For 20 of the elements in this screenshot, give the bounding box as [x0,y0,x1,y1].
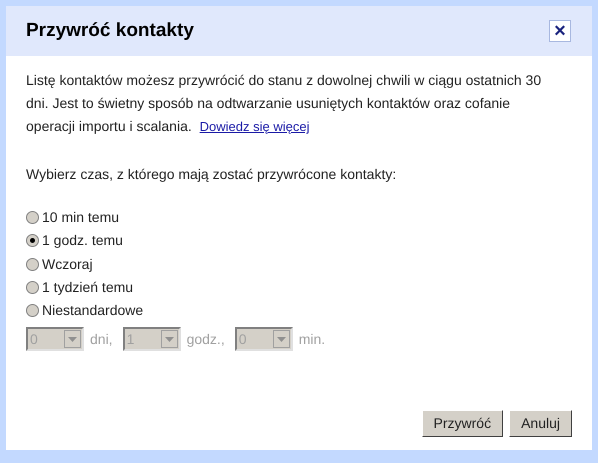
dialog-button[interactable]: Przywróć [422,410,504,437]
close-button[interactable]: × [549,20,571,42]
option-label: 10 min temu [42,208,120,228]
unit-label: min. [298,330,326,349]
option-label: Niestandardowe [42,301,144,320]
radio-button[interactable] [26,234,39,248]
unit-label: godz., [186,330,225,349]
radio-button[interactable] [26,258,39,271]
intro-paragraph: Listę kontaktów możesz przywrócić do stanu z dowolnej chwili w ciągu ostatnich 30 dni. Jest to świetny sposób na odtwarzanie usuniętych kontaktów oraz cofanie operacji importu i scalania. Dowiedz się więcej [26,71,542,136]
dialog-title: Przywróć kontakty [26,18,194,43]
unit-label: dni, [90,330,113,349]
radio-button[interactable] [26,211,39,224]
learn-more-link[interactable]: Dowiedz się więcej [200,119,310,134]
option-label: 1 godz. temu [42,231,123,250]
option-label: Wczoraj [42,254,93,274]
prompt-text: Wybierz czas, z którego mają zostać przywrócone kontakty: [26,165,398,184]
option-label: 1 tydzień temu [42,278,134,298]
radio-button[interactable] [26,304,39,318]
dialog-button[interactable]: Anuluj [509,410,572,437]
radio-button[interactable] [26,281,39,294]
